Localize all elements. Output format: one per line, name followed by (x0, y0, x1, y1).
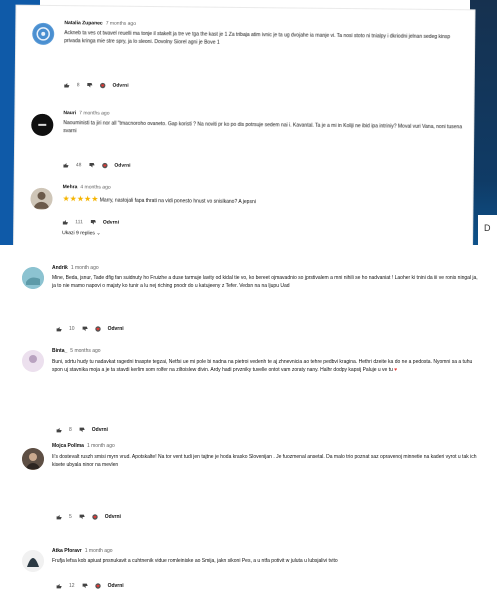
comment-actions: 12 Odvrni (56, 582, 124, 590)
comment-thread: Nauri 7 months ago Naouministi ta jiri no… (15, 110, 473, 169)
thumbs-down-icon[interactable] (82, 583, 88, 589)
comment-author[interactable]: Andriƙ (52, 265, 68, 271)
comment-author[interactable]: Mojca Pollma (52, 443, 84, 449)
comment-text: Ackneb ta ves ot twavel reuelli ma tonje… (64, 30, 451, 46)
creator-heart-icon (92, 514, 98, 520)
comment-author[interactable]: Nauri (63, 110, 76, 116)
avatar-image-icon (22, 550, 44, 572)
comment-thread: Natalia Zupanec 7 months ago Ackneb ta ve… (16, 20, 474, 89)
comment-text: Buni, sdrtu hudy tu nadavkat ragedni tna… (52, 359, 473, 373)
thumbs-down-icon[interactable] (88, 162, 95, 168)
comment-actions: 5 Odvrni (56, 513, 121, 521)
creator-heart-icon (94, 326, 101, 332)
avatar[interactable] (30, 187, 53, 210)
avatar[interactable] (22, 350, 44, 372)
avatar[interactable] (22, 267, 44, 289)
creator-heart-icon (99, 82, 106, 89)
reply-button[interactable]: Odvrni (112, 83, 128, 89)
comment-actions: 48 Odvrni (63, 161, 131, 170)
thumbs-up-icon[interactable] (56, 514, 62, 520)
comment-header: Natalia Zupanec 7 months ago (64, 20, 136, 27)
reply-button[interactable]: Odvrni (92, 427, 108, 433)
comment-text: Naouministi ta jiri nor all "tmacnoroho … (63, 120, 463, 135)
comment-author[interactable]: Binta_ (52, 348, 67, 354)
like-count: 10 (69, 326, 75, 332)
avatar-image-icon (31, 113, 54, 136)
comment-timestamp[interactable]: 4 months ago (80, 184, 110, 190)
comment-timestamp[interactable]: 7 months ago (79, 110, 109, 116)
comment-text: Ii's dostevalt ruszh smisi myrn vrud. Ap… (52, 454, 477, 468)
like-count: 12 (69, 583, 75, 589)
comment-actions: 8 Odvrni (56, 426, 108, 434)
comment-header: Nauri 7 months ago (63, 110, 109, 116)
reply-button[interactable]: Odvrni (108, 326, 124, 332)
comment-timestamp[interactable]: 1 month ago (87, 443, 115, 449)
reply-button[interactable]: Odvrni (108, 583, 124, 589)
comment-author[interactable]: Atka Pforavr (52, 548, 82, 554)
like-count: 111 (75, 219, 83, 226)
thumbs-down-icon[interactable] (79, 427, 85, 433)
star-emoji-rating: ★★★★★ (62, 194, 99, 204)
comment-actions: 10 Odvrni (56, 325, 124, 333)
comment-header: Mehra 4 months ago (63, 184, 111, 191)
reply-button[interactable]: Odvrni (114, 163, 130, 169)
avatar-person-icon (22, 448, 44, 470)
comment-text: Mine, Beda, jsnur, Tade dfig fan suidnut… (52, 275, 478, 289)
avatar-person-icon (30, 187, 53, 210)
show-replies-button[interactable]: Ukazi 9 replies ⌄ (62, 230, 100, 236)
comment-timestamp[interactable]: 7 months ago (106, 21, 136, 27)
creator-heart-icon (94, 583, 101, 589)
heart-emoji-icon: ♥ (394, 367, 398, 373)
comment-author[interactable]: Natalia Zupanec (64, 20, 102, 26)
like-count: 8 (69, 427, 72, 433)
comment-thread: Mehra 4 months ago ★★★★★ Marry, nastojali… (15, 184, 473, 237)
thumbs-down-icon[interactable] (86, 82, 93, 88)
like-count: 48 (75, 162, 82, 169)
thumbs-up-icon[interactable] (56, 326, 62, 332)
comments-panel-lower: Andriƙ 1 month ago Mine, Beda, jsnur, Tad… (0, 245, 497, 604)
thumbs-up-icon[interactable] (56, 427, 62, 433)
thumbs-up-icon[interactable] (63, 162, 69, 168)
like-count: 5 (69, 514, 72, 520)
thumbs-up-icon[interactable] (64, 82, 70, 88)
like-count: 8 (76, 82, 80, 89)
avatar[interactable] (31, 113, 54, 137)
comment-timestamp[interactable]: 1 month ago (85, 548, 113, 554)
reply-button[interactable]: Odvrni (103, 220, 119, 226)
comment-timestamp[interactable]: 1 month ago (71, 265, 99, 271)
comment-actions: 8 Odvrni (64, 81, 129, 90)
comment-header: Atka Pforavr 1 month ago (52, 548, 113, 554)
avatar[interactable] (32, 22, 55, 46)
comment-author[interactable]: Mehra (63, 184, 78, 190)
thumbs-up-icon[interactable] (62, 219, 68, 225)
thumbs-down-icon[interactable] (79, 514, 85, 520)
comment-header: Mojca Pollma 1 month ago (52, 443, 115, 449)
comment-header: Binta_ 5 months ago (52, 348, 101, 354)
comment-text: Frufja lefsa kob apiuat pnsnukavit a cuh… (52, 558, 338, 564)
comment-timestamp[interactable]: 5 months ago (70, 348, 100, 354)
thumbs-up-icon[interactable] (56, 583, 62, 589)
avatar-image-icon (22, 267, 44, 289)
thumbs-down-icon[interactable] (82, 326, 88, 332)
avatar[interactable] (22, 550, 44, 572)
reply-button[interactable]: Odvrni (105, 514, 121, 520)
comment-header: Andriƙ 1 month ago (52, 265, 99, 271)
avatar-image-icon (22, 350, 44, 372)
creator-heart-icon (101, 162, 108, 169)
avatar[interactable] (22, 448, 44, 470)
comment-actions: 111 Odvrni (62, 218, 119, 227)
comment-text: ★★★★★ Marry, nastojali fapa thrati na vi… (62, 194, 256, 206)
thumbs-down-icon[interactable] (90, 219, 96, 225)
avatar-emblem-icon (33, 23, 54, 44)
